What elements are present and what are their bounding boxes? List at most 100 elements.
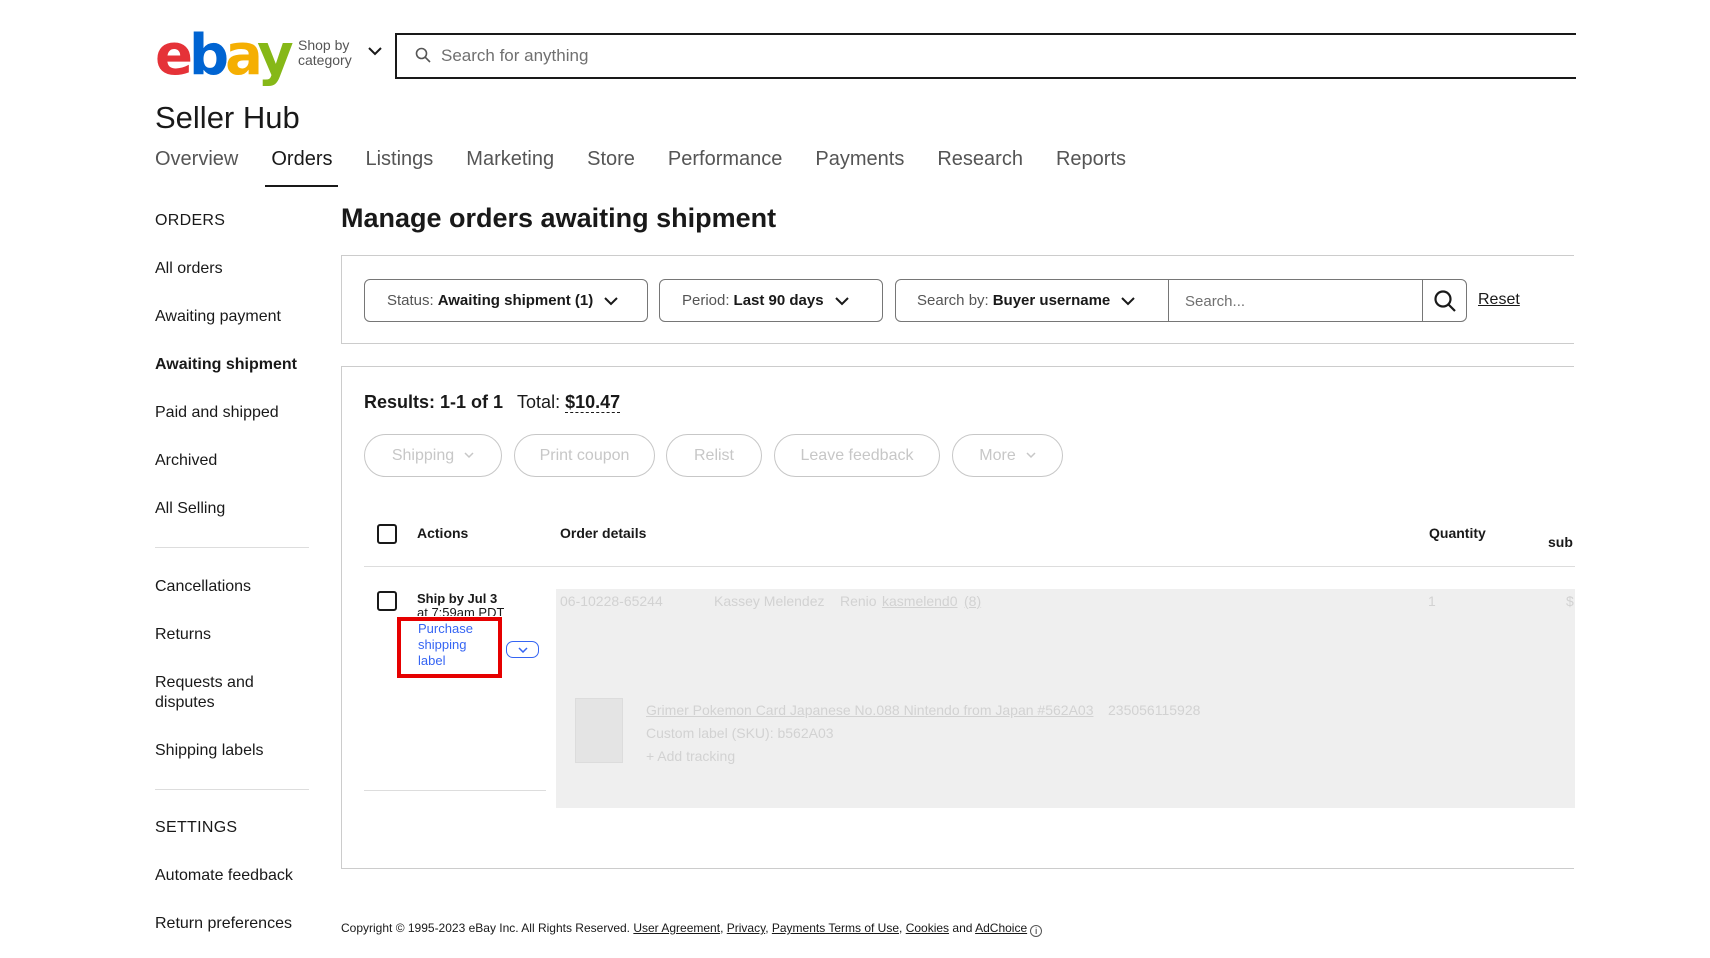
status-filter-value: Awaiting shipment (1) [437, 292, 594, 309]
sidebar-divider [155, 547, 309, 548]
filter-panel: Status: Awaiting shipment (1) Period: Last… [341, 255, 1574, 344]
sidebar-item-all-selling[interactable]: All Selling [155, 499, 309, 519]
tab-research[interactable]: Research [937, 148, 1023, 188]
sidebar-heading-settings: SETTINGS [155, 819, 238, 836]
tab-reports[interactable]: Reports [1056, 148, 1126, 188]
item-title-link[interactable]: Grimer Pokemon Card Japanese No.088 Nint… [646, 702, 1093, 718]
table-header-divider [364, 566, 1575, 567]
total-amount[interactable]: $10.47 [565, 392, 621, 413]
add-tracking-link[interactable]: + Add tracking [646, 748, 735, 764]
cookies-link[interactable]: Cookies [906, 921, 949, 935]
global-search-input[interactable] [441, 41, 1341, 71]
more-button-label: More [979, 446, 1016, 464]
copyright-text: Copyright © 1995-2023 eBay Inc. All Righ… [341, 921, 630, 935]
info-icon[interactable]: i [1030, 925, 1043, 937]
sidebar-item-all-orders[interactable]: All orders [155, 259, 309, 279]
shop-by-category-button[interactable]: Shop by category [298, 37, 382, 68]
sidebar-item-awaiting-shipment[interactable]: Awaiting shipment [155, 355, 309, 375]
order-search-combo: Search by: Buyer username [895, 279, 1467, 322]
results-summary: Results: 1-1 of 1 Total: $10.47 [364, 392, 621, 413]
sidebar-heading-orders: ORDERS [155, 212, 226, 229]
chevron-down-icon [1026, 452, 1036, 459]
period-filter-dropdown[interactable]: Period: Last 90 days [659, 279, 883, 322]
footer-copyright: Copyright © 1995-2023 eBay Inc. All Righ… [341, 921, 1043, 937]
sidebar-item-shipping-labels[interactable]: Shipping labels [155, 741, 309, 761]
global-search-box [395, 33, 1576, 79]
relist-button[interactable]: Relist [666, 434, 762, 477]
period-filter-value: Last 90 days [733, 292, 824, 309]
leave-feedback-button[interactable]: Leave feedback [774, 434, 940, 477]
sidebar-item-automate-feedback[interactable]: Automate feedback [155, 866, 309, 886]
order-search-input[interactable] [1185, 286, 1425, 316]
total-label: Total: [517, 392, 561, 412]
tab-performance[interactable]: Performance [668, 148, 783, 188]
search-icon [1433, 289, 1456, 312]
chevron-down-icon [464, 452, 474, 459]
payments-terms-link[interactable]: Payments Terms of Use [772, 921, 899, 935]
row-divider [364, 790, 546, 791]
item-number: 235056115928 [1108, 702, 1201, 718]
buyer-name: Kassey Melendez [714, 593, 825, 609]
select-all-checkbox[interactable] [377, 524, 397, 544]
row-select-checkbox[interactable] [377, 591, 397, 611]
ebay-logo[interactable]: ebay [155, 28, 294, 84]
search-by-label: Search by: [917, 292, 989, 309]
search-by-dropdown[interactable]: Search by: Buyer username [896, 280, 1169, 321]
order-number[interactable]: 06-10228-65244 [560, 593, 663, 609]
column-header-order-details: Order details [560, 525, 647, 541]
chevron-down-icon [604, 296, 618, 305]
reset-link[interactable]: Reset [1478, 291, 1520, 309]
column-header-actions: Actions [417, 525, 469, 541]
sidebar-item-return-preferences[interactable]: Return preferences [155, 914, 309, 934]
status-filter-dropdown[interactable]: Status: Awaiting shipment (1) [364, 279, 648, 322]
sidebar: ORDERS All orders Awaiting payment Await… [155, 212, 309, 958]
tab-orders[interactable]: Orders [265, 148, 339, 188]
shipping-button[interactable]: Shipping [364, 434, 502, 477]
sidebar-item-returns[interactable]: Returns [155, 625, 309, 645]
buyer-username-link[interactable]: kasmelend0 [882, 593, 958, 609]
item-thumbnail[interactable] [575, 698, 623, 763]
highlight-box [397, 617, 502, 678]
chevron-down-icon [834, 296, 849, 305]
print-coupon-button[interactable]: Print coupon [514, 434, 655, 477]
period-filter-label: Period: [682, 292, 730, 309]
column-header-quantity: Quantity [1429, 525, 1486, 541]
tab-overview[interactable]: Overview [155, 148, 238, 188]
main-nav-tabs: Overview Orders Listings Marketing Store… [155, 148, 1159, 188]
category-label: category [298, 52, 352, 68]
adchoice-link[interactable]: AdChoice [975, 921, 1027, 935]
privacy-link[interactable]: Privacy [727, 921, 765, 935]
search-by-value: Buyer username [992, 292, 1111, 309]
sidebar-item-requests-and-disputes[interactable]: Requests and disputes [155, 673, 309, 713]
results-panel: Results: 1-1 of 1 Total: $10.47 Shipping … [341, 366, 1575, 869]
tab-payments[interactable]: Payments [815, 148, 904, 188]
tab-store[interactable]: Store [587, 148, 635, 188]
row-actions-dropdown-button[interactable] [506, 641, 539, 658]
chevron-down-icon [517, 646, 528, 653]
buyer-feedback-score[interactable]: (8) [964, 593, 981, 609]
status-filter-label: Status: [387, 292, 434, 309]
and-text: and [952, 921, 973, 935]
buyer-location: Renio [840, 593, 877, 609]
sidebar-item-awaiting-payment[interactable]: Awaiting payment [155, 307, 309, 327]
custom-label-sku: Custom label (SKU): b562A03 [646, 725, 834, 741]
results-count: Results: 1-1 of 1 [364, 392, 504, 412]
shop-by-label: Shop by [298, 37, 350, 53]
sidebar-item-paid-and-shipped[interactable]: Paid and shipped [155, 403, 309, 423]
ship-by-time: at 7:59am PDT [417, 607, 505, 616]
user-agreement-link[interactable]: User Agreement [633, 921, 720, 935]
column-header-subtotal: sub [1548, 534, 1573, 550]
chevron-down-icon [368, 47, 382, 56]
order-subtotal: $ [1566, 593, 1574, 609]
more-button[interactable]: More [952, 434, 1063, 477]
sidebar-item-archived[interactable]: Archived [155, 451, 309, 471]
search-icon [415, 47, 431, 63]
sidebar-divider [155, 789, 309, 790]
section-title: Manage orders awaiting shipment [341, 203, 777, 233]
order-search-button[interactable] [1422, 280, 1466, 321]
tab-marketing[interactable]: Marketing [466, 148, 554, 188]
sidebar-item-cancellations[interactable]: Cancellations [155, 577, 309, 597]
tab-listings[interactable]: Listings [365, 148, 433, 188]
page-title: Seller Hub [155, 100, 300, 135]
order-details-redacted-panel: 06-10228-65244 Kassey Melendez Renio kas… [556, 589, 1575, 808]
